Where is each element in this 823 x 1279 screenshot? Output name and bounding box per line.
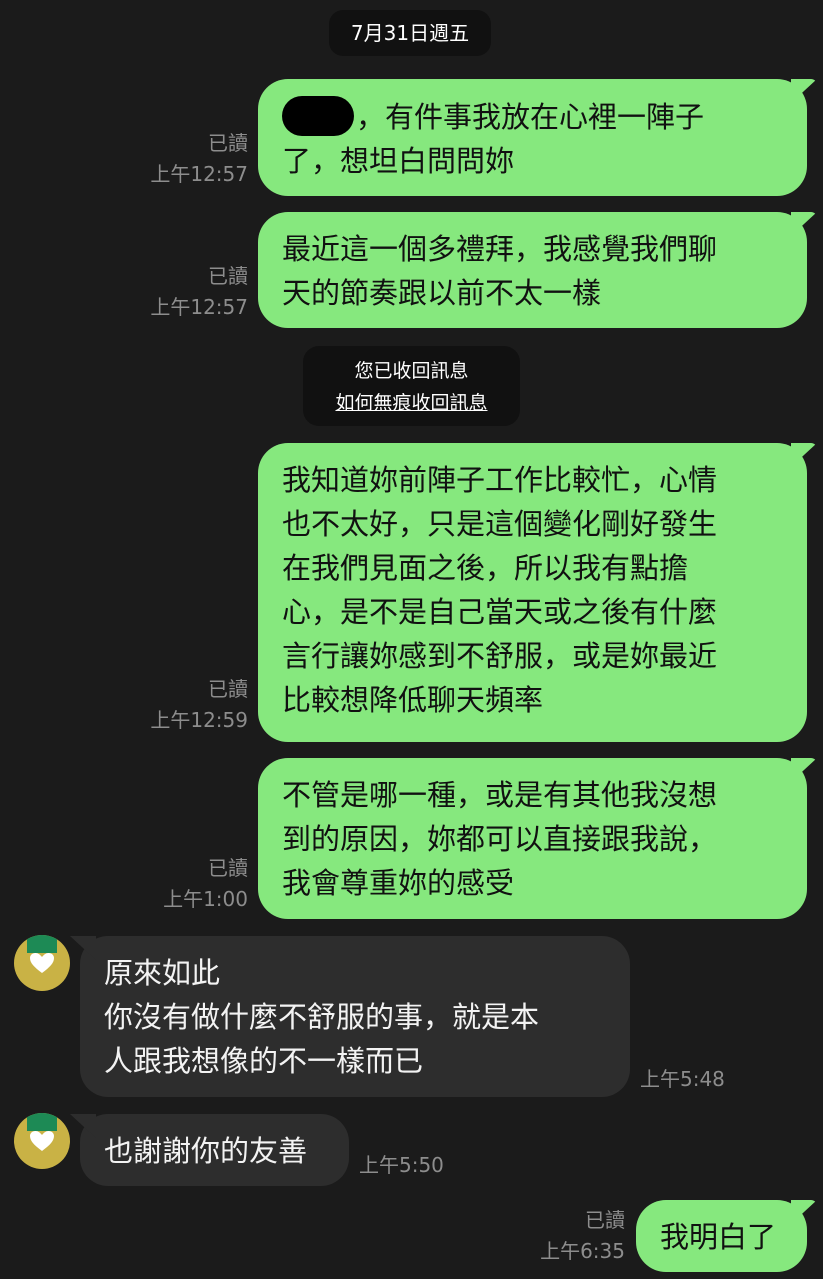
outgoing-message-bubble[interactable]: ，有件事我放在心裡一陣子 了，想坦白問問妳 — [258, 79, 807, 196]
message-line: ，有件事我放在心裡一陣子 — [356, 100, 705, 134]
read-receipt: 已讀 — [208, 264, 248, 288]
date-divider: 7月31日週五 — [329, 10, 491, 56]
heart-icon — [30, 953, 54, 973]
message-line: 原來如此 — [104, 956, 221, 990]
message-time: 上午12:59 — [150, 708, 248, 732]
outgoing-message-bubble[interactable]: 最近這一個多禮拜，我感覺我們聊 天的節奏跟以前不太一樣 — [258, 212, 807, 328]
message-line: 不管是哪一種，或是有其他我沒想 — [282, 778, 718, 812]
message-line: 最近這一個多禮拜，我感覺我們聊 — [282, 232, 718, 266]
message-meta: 已讀 上午12:57 — [140, 261, 248, 323]
message-line: 在我們見面之後，所以我有點擔 — [282, 551, 689, 585]
message-line: 你沒有做什麼不舒服的事，就是本 — [104, 1000, 540, 1034]
message-line: 我知道妳前陣子工作比較忙，心情 — [282, 463, 718, 497]
message-time: 上午1:00 — [163, 887, 248, 911]
message-line: 到的原因，妳都可以直接跟我說， — [282, 822, 718, 856]
read-receipt: 已讀 — [208, 677, 248, 701]
message-meta: 已讀 上午12:59 — [140, 674, 248, 736]
message-line: 也不太好，只是這個變化剛好發生 — [282, 507, 718, 541]
message-time: 上午12:57 — [150, 162, 248, 186]
message-line: 比較想降低聊天頻率 — [282, 683, 544, 717]
message-time: 上午6:35 — [540, 1239, 625, 1263]
redacted-name — [282, 96, 354, 136]
read-receipt: 已讀 — [585, 1208, 625, 1232]
avatar-band — [27, 1113, 57, 1131]
message-line: 也謝謝你的友善 — [104, 1134, 308, 1168]
message-meta: 已讀 上午12:57 — [140, 128, 248, 190]
message-time: 上午5:48 — [640, 1067, 725, 1091]
message-line: 我明白了 — [660, 1220, 777, 1254]
avatar-band — [27, 935, 57, 953]
message-line: 人跟我想像的不一樣而已 — [104, 1044, 424, 1078]
read-receipt: 已讀 — [208, 131, 248, 155]
outgoing-message-bubble[interactable]: 不管是哪一種，或是有其他我沒想 到的原因，妳都可以直接跟我說， 我會尊重妳的感受 — [258, 758, 807, 919]
message-meta: 已讀 上午6:35 — [520, 1205, 625, 1267]
read-receipt: 已讀 — [208, 856, 248, 880]
contact-avatar[interactable] — [14, 935, 70, 991]
message-line: 心，是不是自己當天或之後有什麼 — [282, 595, 718, 629]
heart-icon — [30, 1131, 54, 1151]
message-line: 言行讓妳感到不舒服，或是妳最近 — [282, 639, 718, 673]
incoming-message-bubble[interactable]: 原來如此 你沒有做什麼不舒服的事，就是本 人跟我想像的不一樣而已 — [80, 936, 630, 1097]
recall-notice: 您已收回訊息 如何無痕收回訊息 — [303, 346, 520, 426]
outgoing-message-bubble[interactable]: 我知道妳前陣子工作比較忙，心情 也不太好，只是這個變化剛好發生 在我們見面之後，… — [258, 443, 807, 742]
message-line: 天的節奏跟以前不太一樣 — [282, 276, 602, 310]
message-time: 上午12:57 — [150, 295, 248, 319]
recall-help-link[interactable]: 如何無痕收回訊息 — [303, 388, 520, 415]
outgoing-message-bubble[interactable]: 我明白了 — [636, 1200, 807, 1272]
message-time: 上午5:50 — [359, 1153, 444, 1177]
message-meta: 已讀 上午1:00 — [140, 853, 248, 915]
message-line: 我會尊重妳的感受 — [282, 866, 515, 900]
contact-avatar[interactable] — [14, 1113, 70, 1169]
recall-notice-text: 您已收回訊息 — [354, 360, 469, 382]
message-line: 了，想坦白問問妳 — [282, 144, 515, 178]
incoming-message-bubble[interactable]: 也謝謝你的友善 — [80, 1114, 349, 1186]
